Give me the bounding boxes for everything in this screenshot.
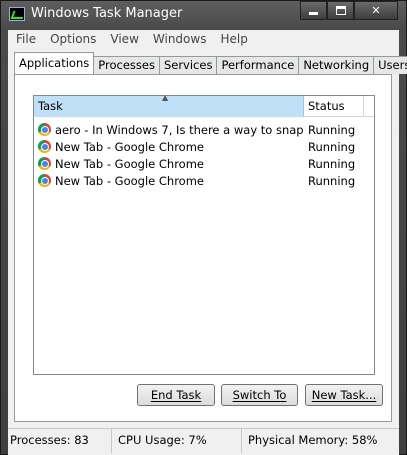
column-status-label: Status xyxy=(308,99,345,113)
tab-networking[interactable]: Networking xyxy=(298,56,375,74)
caption-buttons: ✕ xyxy=(300,1,398,20)
list-header: ▲ Task Status xyxy=(34,93,374,117)
column-header-status[interactable]: Status xyxy=(304,96,364,117)
task-status: Running xyxy=(308,156,356,171)
table-row[interactable]: New Tab - Google Chrome Running xyxy=(34,155,374,172)
applications-panel: ▲ Task Status aero - In Windows 7, Is th… xyxy=(14,74,392,422)
table-row[interactable]: New Tab - Google Chrome Running xyxy=(34,172,374,189)
title-bar[interactable]: Windows Task Manager ✕ xyxy=(1,1,406,29)
task-name: New Tab - Google Chrome xyxy=(55,156,204,171)
task-manager-icon[interactable] xyxy=(9,7,25,21)
maximize-button[interactable] xyxy=(327,1,354,20)
chrome-icon xyxy=(38,157,51,170)
tab-performance[interactable]: Performance xyxy=(216,56,300,74)
task-list[interactable]: ▲ Task Status aero - In Windows 7, Is th… xyxy=(33,93,375,375)
end-task-label: End Task xyxy=(150,388,202,402)
column-header-task[interactable]: ▲ Task xyxy=(34,93,304,117)
menu-bar: File Options View Windows Help xyxy=(8,30,399,49)
menu-help[interactable]: Help xyxy=(220,30,247,49)
menu-windows[interactable]: Windows xyxy=(153,30,207,49)
status-cpu-usage: CPU Usage: 7% xyxy=(112,429,242,453)
task-name: New Tab - Google Chrome xyxy=(55,139,204,154)
minimize-button[interactable] xyxy=(300,1,327,20)
task-name: aero - In Windows 7, Is there a way to s… xyxy=(55,122,304,137)
sort-ascending-icon: ▲ xyxy=(162,93,169,102)
tab-services[interactable]: Services xyxy=(158,56,218,74)
task-manager-window: Windows Task Manager ✕ File Options View… xyxy=(0,0,407,455)
menu-options[interactable]: Options xyxy=(50,30,96,49)
new-task-button[interactable]: New Task... xyxy=(305,384,383,406)
column-task-label: Task xyxy=(38,99,63,113)
client-area: File Options View Windows Help Applicati… xyxy=(8,30,407,455)
new-task-label: New Task... xyxy=(311,388,377,402)
tab-strip: Applications Processes Services Performa… xyxy=(14,52,407,74)
table-row[interactable]: aero - In Windows 7, Is there a way to s… xyxy=(34,121,374,138)
menu-file[interactable]: File xyxy=(16,30,36,49)
status-bar: Processes: 83 CPU Usage: 7% Physical Mem… xyxy=(8,428,399,455)
chrome-icon xyxy=(38,174,51,187)
task-status: Running xyxy=(308,139,356,154)
status-physical-memory: Physical Memory: 58% xyxy=(248,433,378,447)
chrome-icon xyxy=(38,123,51,136)
switch-to-button[interactable]: Switch To xyxy=(221,384,298,406)
switch-to-label: Switch To xyxy=(232,388,287,402)
minimize-icon xyxy=(309,12,318,15)
task-name: New Tab - Google Chrome xyxy=(55,173,204,188)
menu-view[interactable]: View xyxy=(110,30,138,49)
tab-applications[interactable]: Applications xyxy=(14,52,95,74)
task-status: Running xyxy=(308,173,356,188)
close-icon: ✕ xyxy=(371,4,381,17)
window-title: Windows Task Manager xyxy=(31,6,183,21)
action-buttons: End Task Switch To New Task... xyxy=(8,384,399,406)
tab-users[interactable]: Users xyxy=(373,56,407,74)
status-processes: Processes: 83 xyxy=(8,429,112,453)
close-button[interactable]: ✕ xyxy=(354,1,398,20)
task-status: Running xyxy=(308,122,356,137)
chrome-icon xyxy=(38,140,51,153)
maximize-icon xyxy=(335,6,346,15)
tab-processes[interactable]: Processes xyxy=(93,56,160,74)
end-task-button[interactable]: End Task xyxy=(137,384,215,406)
table-row[interactable]: New Tab - Google Chrome Running xyxy=(34,138,374,155)
